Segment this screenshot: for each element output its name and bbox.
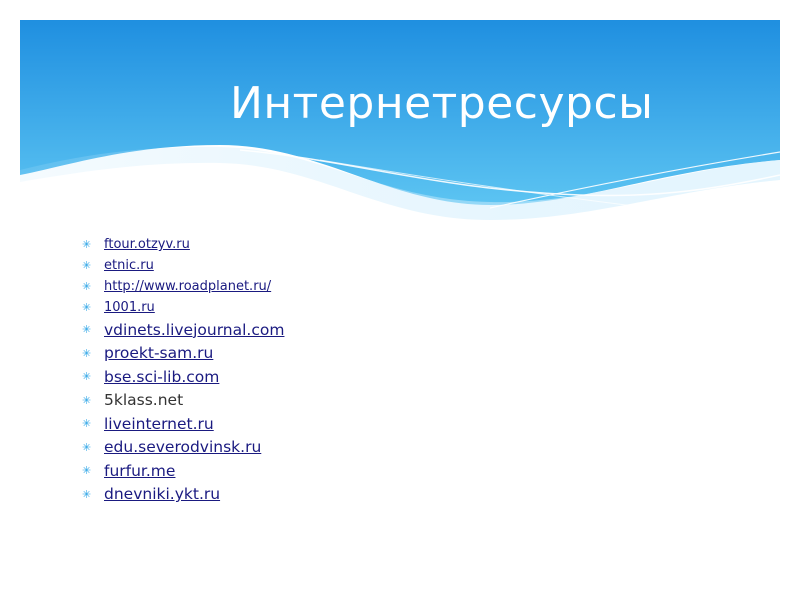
resource-link-etnic[interactable]: etnic.ru xyxy=(104,258,154,273)
list-item: ✳ ftour.otzyv.ru xyxy=(82,234,284,255)
slide-title: Интернетресурсы xyxy=(230,78,654,129)
resource-link-severodvinsk[interactable]: edu.severodvinsk.ru xyxy=(104,438,261,456)
asterisk-bullet-icon: ✳ xyxy=(82,417,92,431)
asterisk-bullet-icon: ✳ xyxy=(82,301,92,314)
list-item: ✳ 1001.ru xyxy=(82,297,284,318)
asterisk-bullet-icon: ✳ xyxy=(82,323,92,337)
asterisk-bullet-icon: ✳ xyxy=(82,487,92,501)
asterisk-bullet-icon: ✳ xyxy=(82,440,92,454)
resource-link-furfur[interactable]: furfur.me xyxy=(104,462,175,480)
resource-link-proekt-sam[interactable]: proekt-sam.ru xyxy=(104,344,213,362)
list-item: ✳ 5klass.net xyxy=(82,389,284,413)
asterisk-bullet-icon: ✳ xyxy=(82,393,92,407)
asterisk-bullet-icon: ✳ xyxy=(82,370,92,384)
presentation-slide: Интернетресурсы ✳ ftour.otzyv.ru ✳ etnic… xyxy=(0,0,800,600)
list-item: ✳ bse.sci-lib.com xyxy=(82,365,284,389)
list-item: ✳ http://www.roadplanet.ru/ xyxy=(82,276,284,297)
asterisk-bullet-icon: ✳ xyxy=(82,464,92,478)
resource-link-1001[interactable]: 1001.ru xyxy=(104,300,155,315)
asterisk-bullet-icon: ✳ xyxy=(82,238,92,251)
resource-text-5klass: 5klass.net xyxy=(104,391,184,410)
list-item: ✳ liveinternet.ru xyxy=(82,412,284,436)
resource-link-ftour[interactable]: ftour.otzyv.ru xyxy=(104,237,190,252)
asterisk-bullet-icon: ✳ xyxy=(82,280,92,293)
asterisk-bullet-icon: ✳ xyxy=(82,346,92,360)
asterisk-bullet-icon: ✳ xyxy=(82,259,92,272)
list-item: ✳ edu.severodvinsk.ru xyxy=(82,436,284,460)
list-item: ✳ dnevniki.ykt.ru xyxy=(82,483,284,507)
list-item: ✳ proekt-sam.ru xyxy=(82,342,284,366)
list-item: ✳ furfur.me xyxy=(82,459,284,483)
resource-link-dnevniki[interactable]: dnevniki.ykt.ru xyxy=(104,485,220,503)
list-item: ✳ vdinets.livejournal.com xyxy=(82,318,284,342)
resource-link-vdinets[interactable]: vdinets.livejournal.com xyxy=(104,321,284,339)
slide-header-banner: Интернетресурсы xyxy=(20,20,780,225)
resource-link-list: ✳ ftour.otzyv.ru ✳ etnic.ru ✳ http://www… xyxy=(82,234,284,506)
resource-link-bse[interactable]: bse.sci-lib.com xyxy=(104,368,219,386)
resource-link-roadplanet[interactable]: http://www.roadplanet.ru/ xyxy=(104,279,271,294)
list-item: ✳ etnic.ru xyxy=(82,255,284,276)
resource-link-liveinternet[interactable]: liveinternet.ru xyxy=(104,415,214,433)
